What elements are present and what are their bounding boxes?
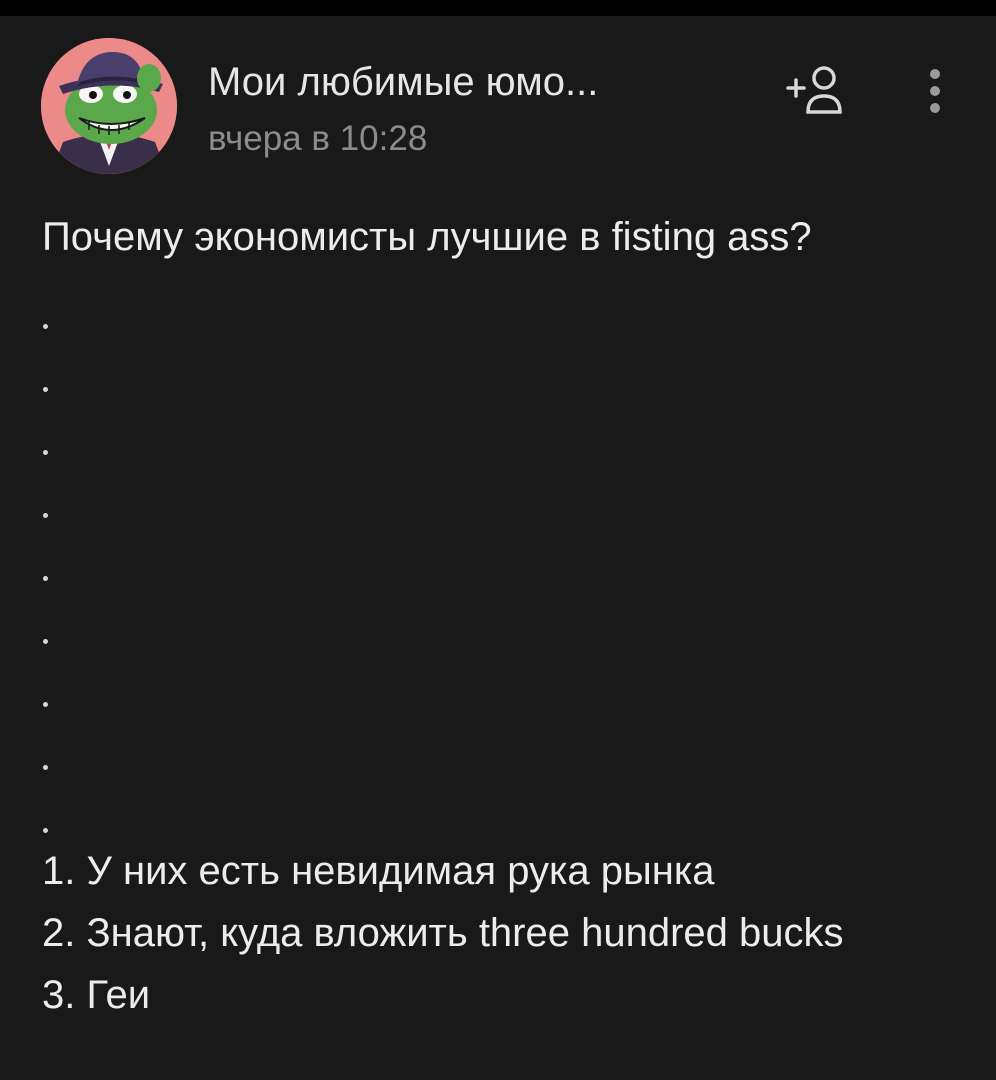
separator-dot (43, 702, 48, 707)
pepe-avatar-icon[interactable] (41, 38, 177, 174)
separator-dot (43, 576, 48, 581)
answer-item: 2. Знают, куда вложить three hundred buc… (42, 911, 844, 955)
separator-dot (43, 765, 48, 770)
post-question-text: Почему экономисты лучшие в fisting ass? (42, 215, 812, 259)
answers-list: 1. У них есть невидимая рука рынка 2. Зн… (42, 840, 844, 1026)
separator-dot (43, 639, 48, 644)
separator-dot (43, 324, 48, 329)
add-user-icon[interactable] (784, 62, 856, 118)
post-timestamp: вчера в 10:28 (208, 119, 428, 158)
more-vertical-icon[interactable] (920, 58, 950, 124)
answer-item: 3. Геи (42, 973, 151, 1017)
separator-dot (43, 828, 48, 833)
post-author-name[interactable]: Мои любимые юмо... (208, 58, 728, 106)
separator-dot (43, 387, 48, 392)
separator-dot (43, 513, 48, 518)
separator-dot (43, 450, 48, 455)
status-bar-strip (0, 0, 996, 16)
answer-item: 1. У них есть невидимая рука рынка (42, 849, 715, 893)
